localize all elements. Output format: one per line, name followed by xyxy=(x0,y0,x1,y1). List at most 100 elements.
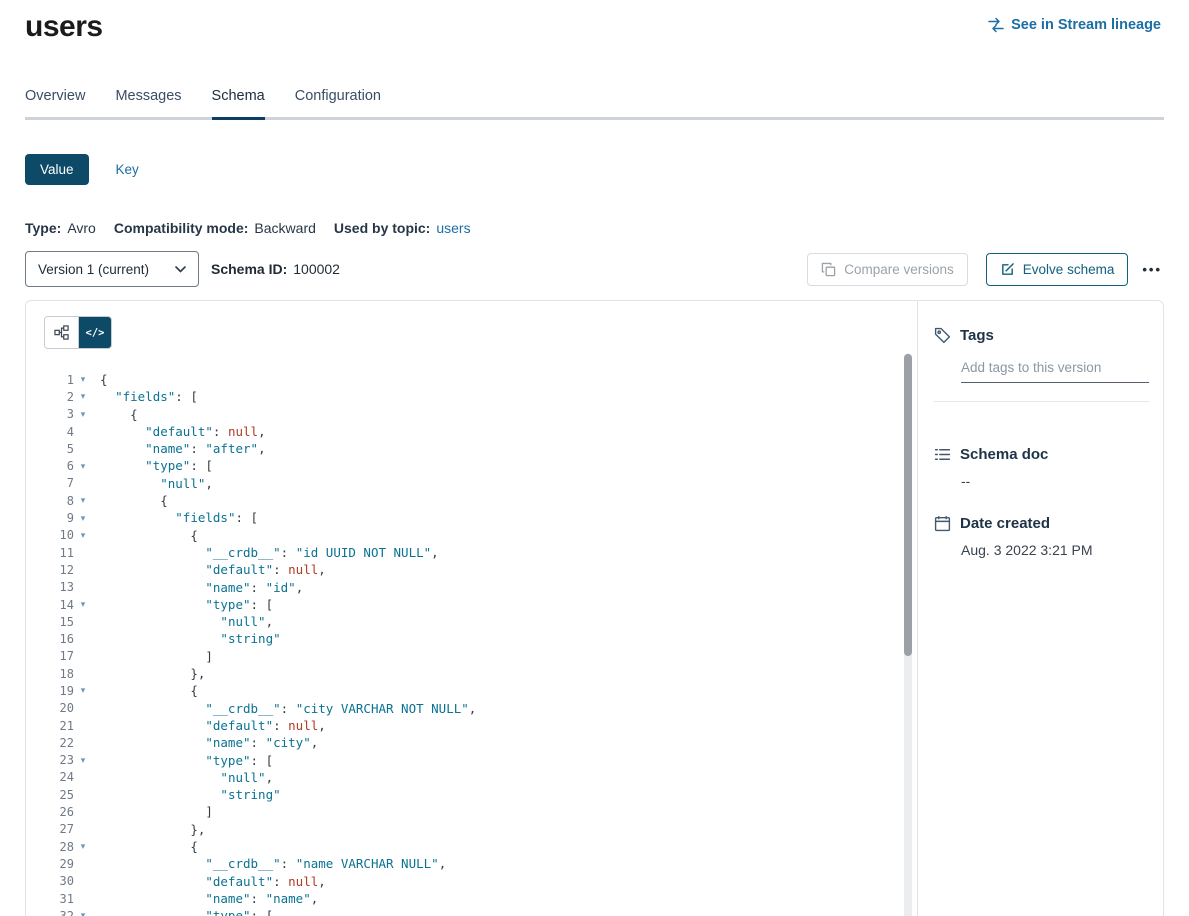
fold-arrow-icon[interactable]: ▾ xyxy=(74,685,92,696)
code-line: 26 ] xyxy=(36,803,917,820)
code-view-button[interactable]: </> xyxy=(78,317,111,348)
fold-arrow-icon[interactable]: ▾ xyxy=(74,409,92,420)
version-select-value: Version 1 (current) xyxy=(38,262,149,277)
code-text: { xyxy=(100,406,138,423)
code-line: 4 "default": null, xyxy=(36,423,917,440)
code-text: ] xyxy=(100,803,213,820)
code-line: 18 }, xyxy=(36,665,917,682)
fold-arrow-icon[interactable]: ▾ xyxy=(74,755,92,766)
line-number: 27 xyxy=(36,822,74,836)
line-number: 3 xyxy=(36,407,74,421)
code-text: "name": "id", xyxy=(100,579,303,596)
fold-arrow-icon[interactable]: ▾ xyxy=(74,513,92,524)
line-number: 30 xyxy=(36,874,74,888)
fold-arrow-icon[interactable]: ▾ xyxy=(74,841,92,852)
code-line: 1▾{ xyxy=(36,371,917,388)
line-number: 5 xyxy=(36,442,74,456)
topic-link[interactable]: users xyxy=(436,220,470,236)
chevron-down-icon xyxy=(175,266,186,273)
code-line: 7 "null", xyxy=(36,475,917,492)
tag-icon xyxy=(934,327,951,344)
type-label: Type: xyxy=(25,220,61,236)
schema-panel: </> 1▾{2▾ "fields": [3▾ {4 "default": nu… xyxy=(25,300,1164,916)
code-text: "__crdb__": "name VARCHAR NULL", xyxy=(100,855,446,872)
code-text: "default": null, xyxy=(100,873,326,890)
editor-view-toggle: </> xyxy=(44,316,112,349)
line-number: 13 xyxy=(36,580,74,594)
code-text: }, xyxy=(100,665,205,682)
code-text: "default": null, xyxy=(100,717,326,734)
code-text: "name": "after", xyxy=(100,440,266,457)
tab-overview[interactable]: Overview xyxy=(25,88,85,117)
fold-arrow-icon[interactable]: ▾ xyxy=(74,530,92,541)
code-line: 9▾ "fields": [ xyxy=(36,509,917,526)
version-select[interactable]: Version 1 (current) xyxy=(25,251,199,287)
code-line: 19▾ { xyxy=(36,682,917,699)
date-created-section-header: Date created xyxy=(934,515,1149,532)
code-lines: 1▾{2▾ "fields": [3▾ {4 "default": null,5… xyxy=(36,371,917,916)
line-number: 23 xyxy=(36,753,74,767)
code-text: "type": [ xyxy=(100,752,273,769)
tree-view-button[interactable] xyxy=(45,317,78,348)
code-line: 11 "__crdb__": "id UUID NOT NULL", xyxy=(36,544,917,561)
line-number: 25 xyxy=(36,788,74,802)
code-line: 30 "default": null, xyxy=(36,873,917,890)
line-number: 18 xyxy=(36,667,74,681)
tags-section-header: Tags xyxy=(934,327,1149,344)
tags-title: Tags xyxy=(960,327,994,344)
code-line: 14▾ "type": [ xyxy=(36,596,917,613)
value-tab-button[interactable]: Value xyxy=(25,154,89,185)
line-number: 9 xyxy=(36,511,74,525)
code-text: "__crdb__": "id UUID NOT NULL", xyxy=(100,544,439,561)
line-number: 31 xyxy=(36,892,74,906)
evolve-schema-button[interactable]: Evolve schema xyxy=(986,253,1129,286)
schema-sidebar: Tags Schema doc -- Date created Aug xyxy=(917,301,1163,916)
schema-meta: Type: Avro Compatibility mode: Backward … xyxy=(25,220,1164,236)
stream-lineage-link[interactable]: See in Stream lineage xyxy=(988,17,1161,33)
fold-arrow-icon[interactable]: ▾ xyxy=(74,374,92,385)
editor-scrollbar[interactable] xyxy=(904,353,912,916)
scrollbar-thumb[interactable] xyxy=(904,354,912,656)
tab-schema[interactable]: Schema xyxy=(212,88,265,117)
tags-input[interactable] xyxy=(961,358,1149,383)
key-tab-link[interactable]: Key xyxy=(116,162,139,177)
line-number: 20 xyxy=(36,701,74,715)
line-number: 8 xyxy=(36,494,74,508)
schema-part-selector: Value Key xyxy=(25,154,1164,185)
schema-editor: </> 1▾{2▾ "fields": [3▾ {4 "default": nu… xyxy=(26,301,917,916)
code-text: { xyxy=(100,371,108,388)
tree-view-icon xyxy=(54,325,69,340)
code-text: "fields": [ xyxy=(100,509,258,526)
page-header: users See in Stream lineage xyxy=(0,0,1189,46)
line-number: 2 xyxy=(36,390,74,404)
code-text: { xyxy=(100,492,168,509)
schema-doc-title: Schema doc xyxy=(960,446,1048,463)
code-line: 10▾ { xyxy=(36,527,917,544)
compare-versions-button[interactable]: Compare versions xyxy=(807,253,968,286)
fold-arrow-icon[interactable]: ▾ xyxy=(74,461,92,472)
sidebar-divider xyxy=(934,401,1149,402)
code-text: }, xyxy=(100,821,205,838)
stream-lineage-icon xyxy=(988,17,1004,33)
tabs: Overview Messages Schema Configuration xyxy=(25,88,1164,120)
line-number: 28 xyxy=(36,840,74,854)
calendar-icon xyxy=(934,515,951,532)
code-line: 2▾ "fields": [ xyxy=(36,388,917,405)
code-view-icon: </> xyxy=(86,327,105,339)
fold-arrow-icon[interactable]: ▾ xyxy=(74,495,92,506)
fold-arrow-icon[interactable]: ▾ xyxy=(74,910,92,916)
more-options-button[interactable]: ••• xyxy=(1140,256,1164,283)
code-line: 28▾ { xyxy=(36,838,917,855)
tab-configuration[interactable]: Configuration xyxy=(295,88,381,117)
compatibility-value: Backward xyxy=(254,220,315,236)
stream-lineage-label: See in Stream lineage xyxy=(1011,17,1161,33)
fold-arrow-icon[interactable]: ▾ xyxy=(74,391,92,402)
type-value: Avro xyxy=(67,220,96,236)
code-text: "name": "name", xyxy=(100,890,318,907)
line-number: 32 xyxy=(36,909,74,916)
tab-messages[interactable]: Messages xyxy=(115,88,181,117)
line-number: 7 xyxy=(36,476,74,490)
fold-arrow-icon[interactable]: ▾ xyxy=(74,599,92,610)
code-text: "null", xyxy=(100,769,273,786)
code-line: 8▾ { xyxy=(36,492,917,509)
